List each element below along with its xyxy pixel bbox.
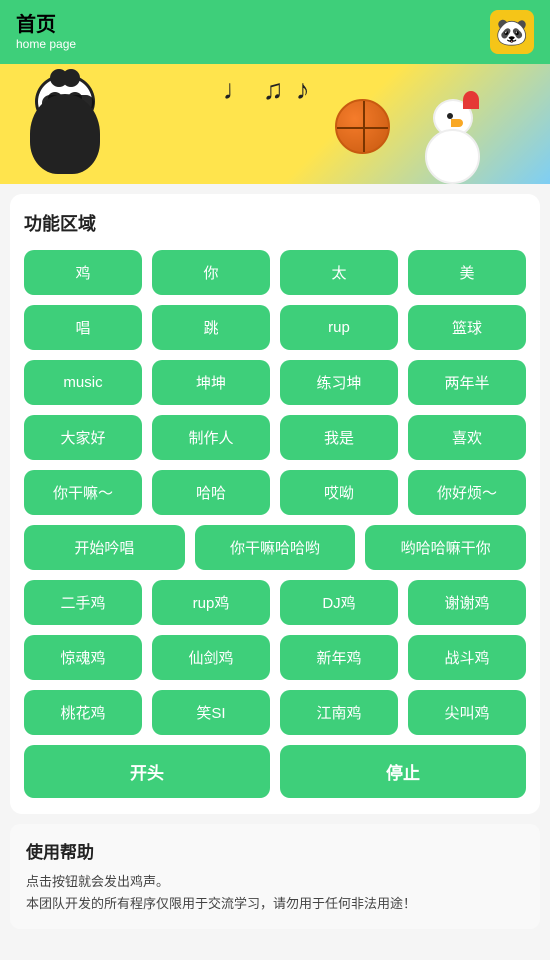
- button-row-0: 鸡你太美: [24, 250, 526, 295]
- function-button-5-0[interactable]: 开始吟唱: [24, 525, 185, 570]
- function-button-2-1[interactable]: 坤坤: [152, 360, 270, 405]
- button-row-5: 开始吟唱你干嘛哈哈哟哟哈哈嘛干你: [24, 525, 526, 570]
- button-row-1: 唱跳rup篮球: [24, 305, 526, 350]
- header-titles: 首页 home page: [16, 13, 76, 51]
- page-subtitle: home page: [16, 37, 76, 51]
- basketball-icon: [335, 99, 390, 154]
- section-title: 功能区域: [24, 210, 526, 236]
- banner-panda: [20, 74, 110, 174]
- function-button-2-3[interactable]: 两年半: [408, 360, 526, 405]
- function-button-4-0[interactable]: 你干嘛～: [24, 470, 142, 515]
- music-note-3: ♪: [296, 74, 310, 106]
- banner: ♩ ♫ ♪: [0, 64, 550, 184]
- header: 首页 home page 🐼: [0, 0, 550, 64]
- help-title: 使用帮助: [26, 838, 524, 863]
- button-row-7: 惊魂鸡仙剑鸡新年鸡战斗鸡: [24, 635, 526, 680]
- function-button-4-3[interactable]: 你好烦～: [408, 470, 526, 515]
- stop-button[interactable]: 停止: [280, 745, 526, 798]
- function-button-7-3[interactable]: 战斗鸡: [408, 635, 526, 680]
- function-button-7-1[interactable]: 仙剑鸡: [152, 635, 270, 680]
- function-button-1-1[interactable]: 跳: [152, 305, 270, 350]
- function-button-0-2[interactable]: 太: [280, 250, 398, 295]
- banner-chicken: [415, 94, 490, 184]
- function-button-4-2[interactable]: 哎呦: [280, 470, 398, 515]
- function-button-7-2[interactable]: 新年鸡: [280, 635, 398, 680]
- button-row-3: 大家好制作人我是喜欢: [24, 415, 526, 460]
- function-button-6-0[interactable]: 二手鸡: [24, 580, 142, 625]
- function-button-6-1[interactable]: rup鸡: [152, 580, 270, 625]
- button-area: 鸡你太美唱跳rup篮球music坤坤练习坤两年半大家好制作人我是喜欢你干嘛～哈哈…: [24, 250, 526, 735]
- function-button-1-2[interactable]: rup: [280, 305, 398, 350]
- function-button-7-0[interactable]: 惊魂鸡: [24, 635, 142, 680]
- chicken-comb: [463, 91, 479, 109]
- button-row-4: 你干嘛～哈哈哎呦你好烦～: [24, 470, 526, 515]
- function-button-3-2[interactable]: 我是: [280, 415, 398, 460]
- music-notes: ♩ ♫ ♪: [223, 74, 310, 106]
- function-button-1-3[interactable]: 篮球: [408, 305, 526, 350]
- help-lines: 点击按钮就会发出鸡声。本团队开发的所有程序仅限用于交流学习，请勿用于任何非法用途…: [26, 871, 524, 915]
- button-row-8: 桃花鸡笑SI江南鸡尖叫鸡: [24, 690, 526, 735]
- function-button-3-1[interactable]: 制作人: [152, 415, 270, 460]
- banner-inner: ♩ ♫ ♪: [0, 64, 550, 184]
- button-row-2: music坤坤练习坤两年半: [24, 360, 526, 405]
- function-button-8-1[interactable]: 笑SI: [152, 690, 270, 735]
- function-button-0-0[interactable]: 鸡: [24, 250, 142, 295]
- panda-ear-right: [62, 69, 80, 87]
- start-button[interactable]: 开头: [24, 745, 270, 798]
- help-line-1: 本团队开发的所有程序仅限用于交流学习，请勿用于任何非法用途！: [26, 893, 524, 915]
- function-button-2-0[interactable]: music: [24, 360, 142, 405]
- function-button-8-3[interactable]: 尖叫鸡: [408, 690, 526, 735]
- function-button-0-3[interactable]: 美: [408, 250, 526, 295]
- panda-body: [30, 94, 100, 174]
- function-button-8-0[interactable]: 桃花鸡: [24, 690, 142, 735]
- function-button-4-1[interactable]: 哈哈: [152, 470, 270, 515]
- function-button-6-2[interactable]: DJ鸡: [280, 580, 398, 625]
- function-button-2-2[interactable]: 练习坤: [280, 360, 398, 405]
- bottom-buttons: 开头 停止: [24, 745, 526, 798]
- page-title: 首页: [16, 13, 76, 37]
- help-line-0: 点击按钮就会发出鸡声。: [26, 871, 524, 893]
- basketball-line-v: [363, 101, 365, 152]
- music-note-1: ♩: [223, 74, 251, 106]
- button-row-6: 二手鸡rup鸡DJ鸡谢谢鸡: [24, 580, 526, 625]
- function-button-3-0[interactable]: 大家好: [24, 415, 142, 460]
- music-note-2: ♫: [263, 74, 284, 106]
- logo-icon: 🐼: [490, 10, 534, 54]
- help-section: 使用帮助 点击按钮就会发出鸡声。本团队开发的所有程序仅限用于交流学习，请勿用于任…: [10, 824, 540, 929]
- function-button-5-2[interactable]: 哟哈哈嘛干你: [365, 525, 526, 570]
- chicken-body: [425, 129, 480, 184]
- main-section: 功能区域 鸡你太美唱跳rup篮球music坤坤练习坤两年半大家好制作人我是喜欢你…: [10, 194, 540, 814]
- function-button-8-2[interactable]: 江南鸡: [280, 690, 398, 735]
- function-button-5-1[interactable]: 你干嘛哈哈哟: [195, 525, 356, 570]
- function-button-0-1[interactable]: 你: [152, 250, 270, 295]
- function-button-3-3[interactable]: 喜欢: [408, 415, 526, 460]
- function-button-1-0[interactable]: 唱: [24, 305, 142, 350]
- chicken-beak: [451, 119, 463, 127]
- function-button-6-3[interactable]: 谢谢鸡: [408, 580, 526, 625]
